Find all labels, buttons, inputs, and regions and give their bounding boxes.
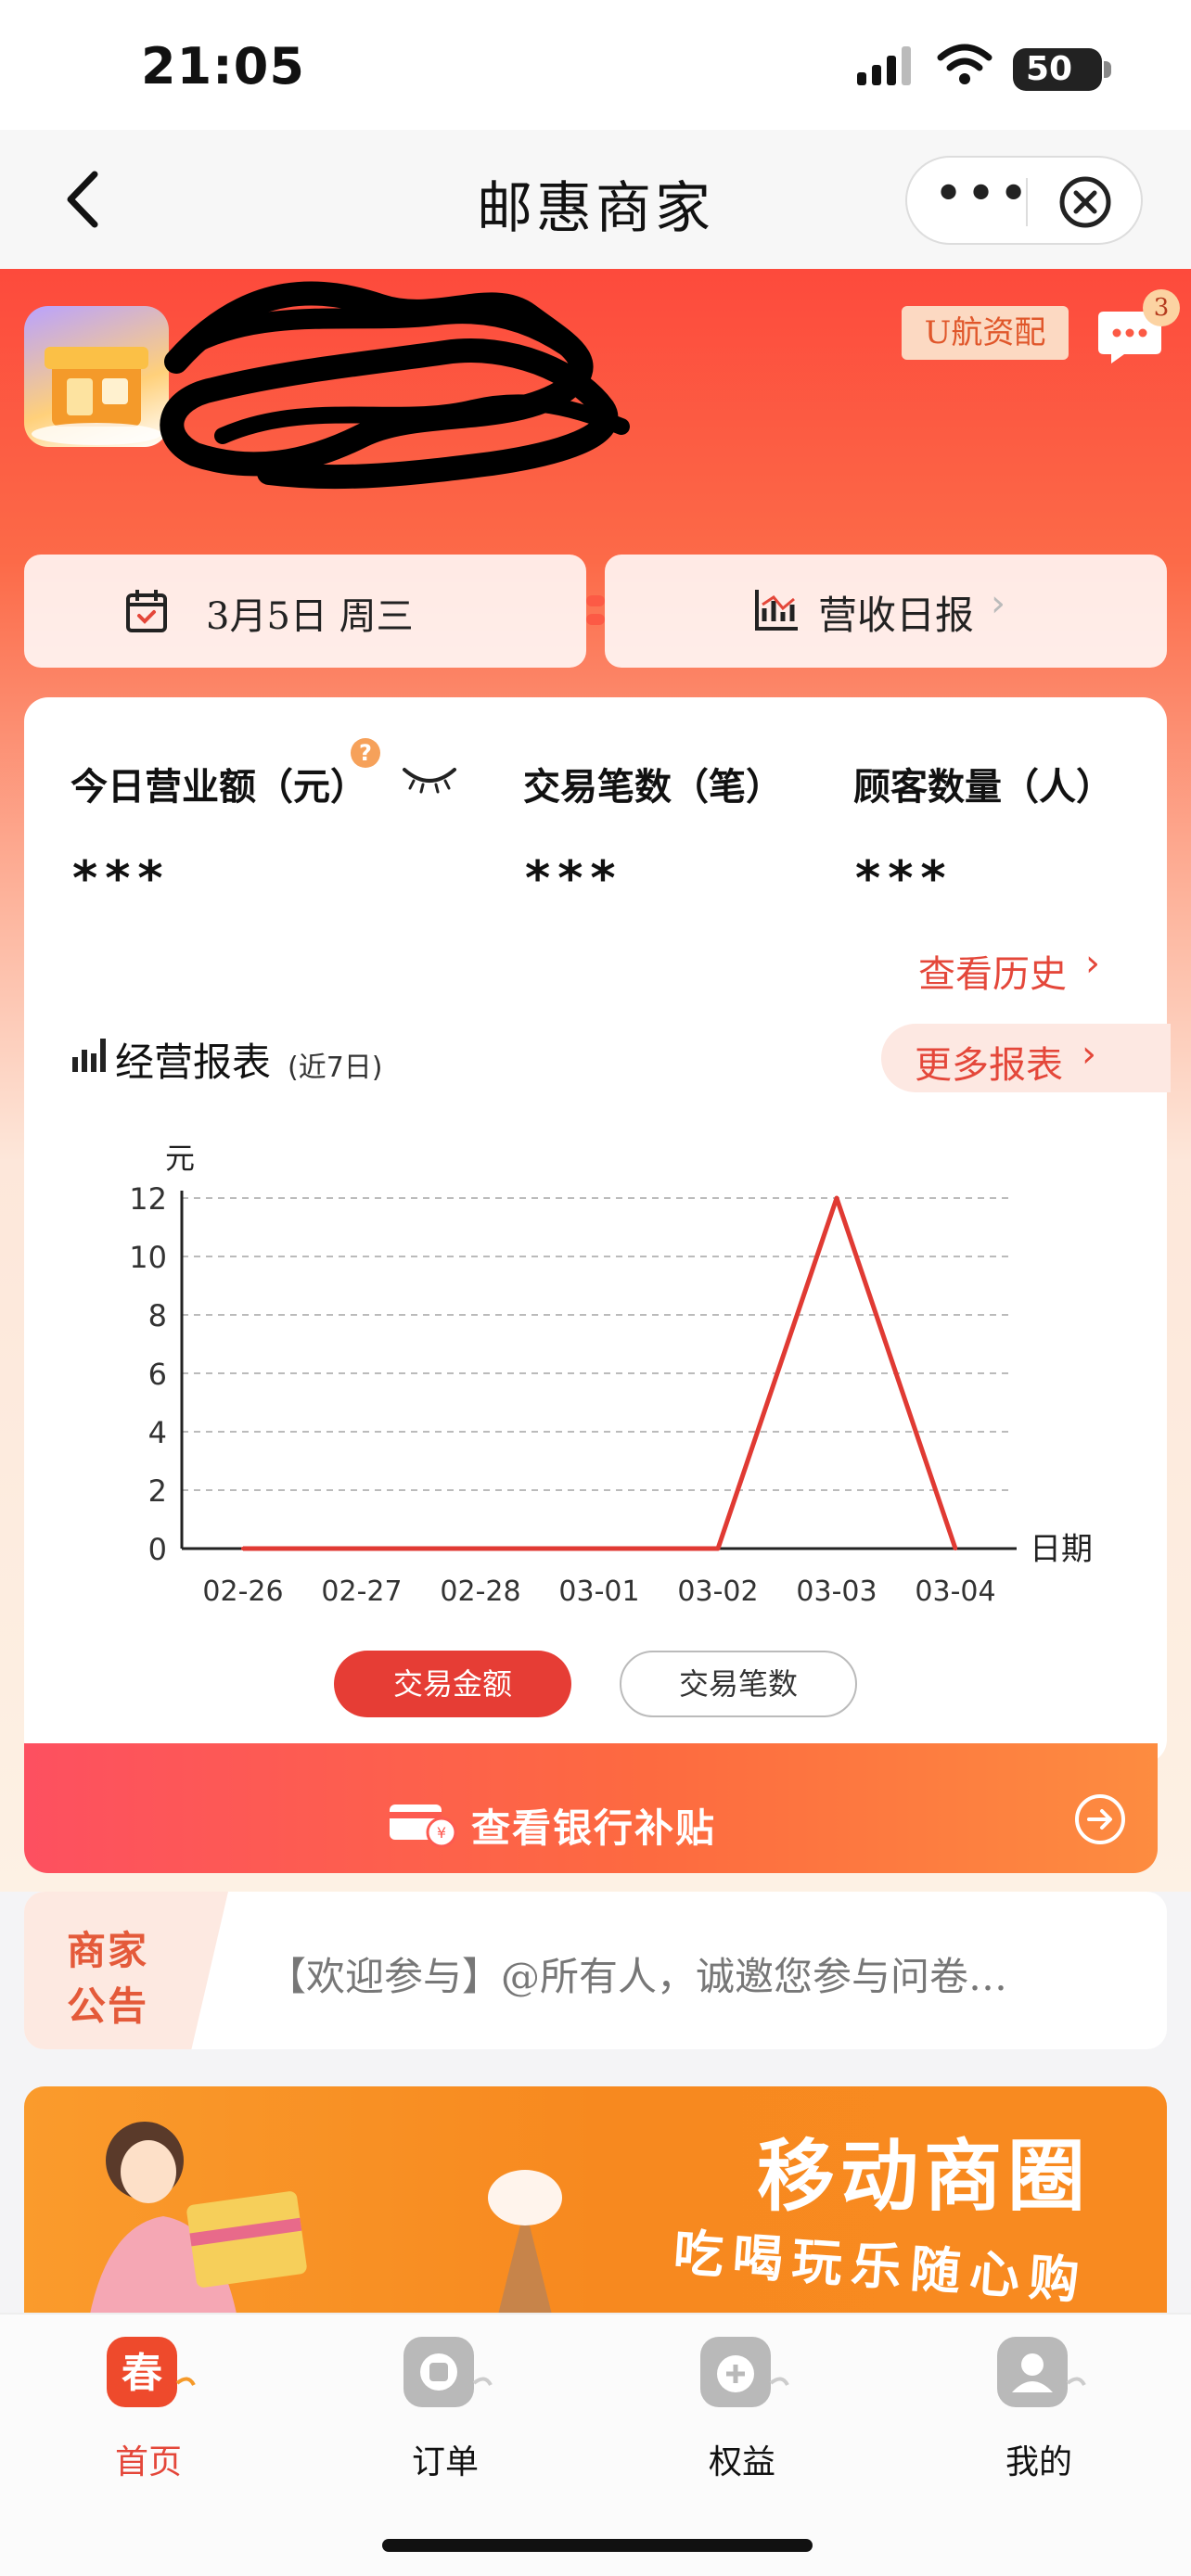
svg-text:春: 春 [122,2350,162,2397]
view-history-link[interactable]: 查看历史 [918,944,1067,998]
x-tick-label: 03-03 [796,1575,877,1608]
y-axis-label: 元 [165,1141,195,1176]
notice-text: 【欢迎参与】@所有人，诚邀您参与问卷… [267,1954,1008,1999]
calendar-icon [126,590,167,632]
report-label: 营收日报 [818,593,975,638]
x-tick-label: 02-26 [202,1575,283,1608]
x-axis-label: 日期 [1030,1531,1093,1568]
tab-mine-label: 我的 [1005,2443,1072,2481]
legend-amount-toggle[interactable]: 交易金额 [334,1651,571,1717]
arrow-circle-right-icon [1075,1794,1125,1844]
stat-label-revenue: 今日营业额（元） [70,766,367,809]
data-point [241,1547,245,1550]
y-tick-label: 10 [129,1240,167,1275]
profile-icon [997,2337,1086,2407]
x-tick-label: 03-04 [915,1575,995,1608]
bank-subsidy-bar[interactable]: ¥ 查看银行补贴 [24,1743,1158,1873]
banner-illustration [89,2122,562,2318]
y-tick-label: 6 [148,1357,167,1392]
svg-text:¥: ¥ [437,1824,446,1842]
miniapp-capsule: ••• [905,156,1143,245]
tab-benefits-label: 权益 [708,2443,775,2481]
benefits-icon [700,2337,789,2407]
merchant-notice[interactable]: 商家 公告 【欢迎参与】@所有人，诚邀您参与问卷… [24,1892,1167,2049]
y-tick-label: 0 [148,1532,167,1567]
notice-badge-line2: 公告 [67,1983,149,2029]
chevron-right-icon: › [991,582,1005,625]
home-indicator [382,2539,813,2552]
promo-banner[interactable]: 移动商圈 吃喝玩乐随心购 [24,2086,1167,2318]
bank-card-icon: ¥ [390,1804,457,1847]
tab-mine[interactable]: 我的 [946,2327,1132,2483]
y-tick-label: 2 [148,1473,167,1509]
data-point [479,1547,482,1550]
section-title: 经营报表 [115,1039,272,1085]
battery-cap [1104,61,1111,78]
data-point [597,1547,601,1550]
revenue-daily-report[interactable]: 营收日报 › [605,555,1167,668]
more-reports-label: 更多报表 [915,1044,1063,1087]
data-point [954,1547,957,1550]
section-subtitle: (近7日) [288,1052,383,1084]
banner-title: 移动商圈 [757,2131,1092,2222]
cellular-signal-icon [857,46,911,85]
stat-value-customers: *** [855,851,954,907]
stat-label-customers: 顾客数量（人） [853,766,1113,809]
eye-closed-icon[interactable] [401,760,458,794]
bank-subsidy-label: 查看银行补贴 [471,1805,717,1851]
help-icon[interactable]: ? [351,738,380,768]
chart-report-icon [755,590,798,631]
data-point [835,1196,839,1200]
home-spring-icon: 春 [107,2337,196,2407]
date-label: 3月5日 周三 [206,595,414,638]
x-tick-label: 02-28 [440,1575,520,1608]
x-tick-label: 02-27 [321,1575,402,1608]
stat-value-transactions: *** [525,851,623,907]
chevron-right-icon[interactable]: › [1085,942,1100,985]
stat-label-transactions: 交易笔数（笔） [523,766,783,809]
x-tick-label: 03-02 [677,1575,758,1608]
y-tick-label: 8 [148,1298,167,1333]
tab-home-label: 首页 [114,2443,182,2481]
revenue-line-chart: 0 2 4 6 8 10 12 元日期 02-26 02-27 02-28 03-01 03-02 03-… [129,1141,1093,1608]
tab-orders-label: 订单 [411,2443,479,2481]
y-tick-label: 4 [148,1415,167,1450]
wifi-icon [937,44,992,84]
tab-home[interactable]: 春 首页 [56,2327,241,2483]
x-tick-label: 03-01 [558,1575,639,1608]
date-selector[interactable]: 3月5日 周三 [24,555,586,668]
data-point [716,1547,720,1550]
legend-count-toggle[interactable]: 交易笔数 [620,1651,857,1717]
more-dots-icon[interactable]: ••• [933,169,1029,228]
notice-badge-line1: 商家 [67,1928,149,1973]
message-count-badge: 3 [1143,289,1180,326]
bar-chart-icon [72,1039,106,1072]
tab-orders[interactable]: 订单 [352,2327,538,2483]
orders-icon [403,2337,493,2407]
capsule-divider [1026,178,1028,226]
stat-value-revenue: *** [72,851,171,907]
tab-benefits[interactable]: 权益 [649,2327,835,2483]
data-point [360,1547,364,1550]
uhang-tag[interactable]: U航资配 [902,306,1069,360]
status-time: 21:05 [141,37,305,96]
y-tick-label: 12 [129,1181,167,1217]
chevron-right-icon: › [1082,1033,1096,1076]
redacted-store-name [160,281,630,490]
more-reports-button[interactable]: 更多报表 › [881,1024,1171,1092]
close-circle-icon[interactable] [1057,174,1113,230]
battery-icon: 50 [1013,48,1102,91]
